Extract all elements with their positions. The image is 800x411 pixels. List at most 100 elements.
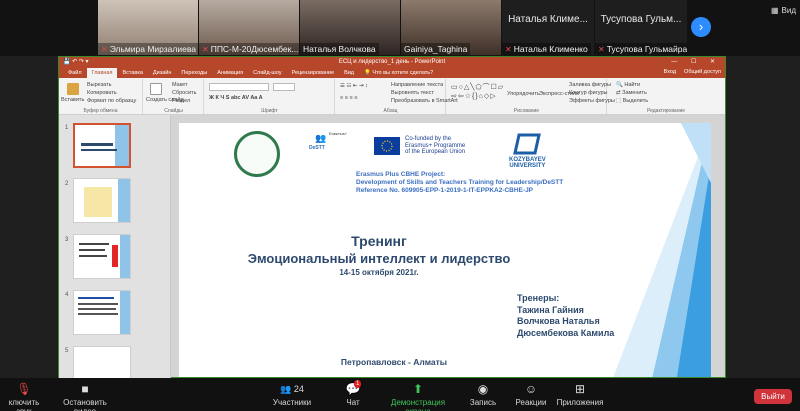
participant-name: ✕Тусупова Гульмайра ... xyxy=(595,43,687,55)
slide-thumbnails: 1 2 3 4 5 xyxy=(59,115,171,379)
reactions-button[interactable]: ☺ Реакции xyxy=(514,382,548,407)
login-link[interactable]: Вход xyxy=(664,67,676,78)
window-controls[interactable]: — ☐ ✕ xyxy=(671,57,721,67)
kozybayev-emblem-icon xyxy=(513,133,542,155)
slide-thumbnail[interactable] xyxy=(73,123,131,168)
shape-outline-button[interactable]: Контур фигуры xyxy=(569,90,607,96)
slide-thumbnail[interactable] xyxy=(73,346,131,379)
layout-button[interactable]: Макет xyxy=(172,82,188,88)
participants-icon: 👥 24 xyxy=(280,384,304,394)
ribbon-group-paragraph: ☰ ☷ ⇤ ⇥ ↕ Направление текста Выровнять т… xyxy=(336,79,458,114)
select-button[interactable]: ⬚ Выделить xyxy=(616,98,648,104)
paste-button[interactable]: Вставить xyxy=(61,97,84,103)
participants-button[interactable]: 👥 24 Участники xyxy=(270,382,314,407)
replace-button[interactable]: ⇄ Заменить xyxy=(616,90,647,96)
arrange-button[interactable]: Упорядочить xyxy=(507,91,540,97)
trainers-block: Тренеры: Тажина Гайния Волчкова Наталья … xyxy=(517,293,615,338)
mic-muted-icon: ✕ xyxy=(505,44,512,54)
format-painter-button[interactable]: Формат по образцу xyxy=(87,98,136,104)
cut-button[interactable]: Вырезать xyxy=(87,82,111,88)
share-screen-icon: ⬆ xyxy=(412,382,424,396)
apps-button[interactable]: ⊞ Приложения xyxy=(556,382,604,407)
participant-tile[interactable]: Наталья Волчкова xyxy=(300,0,400,55)
font-format-icons[interactable]: Ж К Ч S abc AV Aa A xyxy=(209,95,263,101)
participant-name: ✕ Наталья Клименко xyxy=(502,43,591,55)
ribbon-group-font: Ж К Ч S abc AV Aa A Шрифт xyxy=(205,79,335,114)
ribbon-group-editing: 🔍 Найти ⇄ Заменить ⬚ Выделить Редактиров… xyxy=(616,82,686,114)
tab-animation[interactable]: Анимация xyxy=(212,68,248,78)
ribbon-group-clipboard: Вставить Вырезать Копировать Формат по о… xyxy=(59,79,143,114)
grid-icon: ▦ xyxy=(770,6,779,15)
erasmus-small-logo: Erasmus+ xyxy=(329,131,348,136)
eu-flag-icon xyxy=(374,137,400,155)
chat-icon: 💬 1 xyxy=(345,380,362,396)
smiley-icon: ☺ xyxy=(524,382,538,396)
leave-meeting-button[interactable]: Выйти xyxy=(754,389,792,404)
find-button[interactable]: 🔍 Найти xyxy=(616,82,640,88)
align-icons[interactable]: ≡ ≡ ≡ ≡ xyxy=(340,95,357,101)
tab-file[interactable]: Файл xyxy=(63,68,87,78)
video-camera-icon: ■ xyxy=(81,382,89,396)
next-page-button[interactable]: › xyxy=(691,17,711,37)
font-size-input[interactable] xyxy=(273,83,295,91)
zoom-window: ✕ Эльмира Мирзалиева ✕ ППС-М-20Дюсембек...… xyxy=(0,0,800,411)
destt-logo-text: DeSTT xyxy=(309,145,325,151)
ppt-titlebar: 💾 ↶ ↷ ▾ ЕСЦ и лидерство_1 день - PowerPo… xyxy=(59,57,725,67)
slide-subtitle: Эмоциональный интеллект и лидерство xyxy=(247,251,511,266)
apps-icon: ⊞ xyxy=(574,382,586,396)
section-button[interactable]: Раздел xyxy=(172,98,190,104)
share-link[interactable]: Общий доступ xyxy=(684,67,721,78)
shared-screen: 💾 ↶ ↷ ▾ ЕСЦ и лидерство_1 день - PowerPo… xyxy=(58,56,726,379)
mic-muted-icon: ✕ xyxy=(101,44,108,54)
tab-insert[interactable]: Вставка xyxy=(117,68,147,78)
ribbon-group-drawing: ▭○△╲⬠⌒☐▱ ⇨⇦☆{}⌂◇▷ Упорядочить Экспресс-с… xyxy=(447,79,615,114)
slide-thumbnail[interactable] xyxy=(73,234,131,279)
reset-button[interactable]: Сбросить xyxy=(172,90,196,96)
participant-name: Наталья Волчкова xyxy=(300,43,379,55)
chat-button[interactable]: 💬 1 Чат xyxy=(338,380,368,407)
slide-dates: 14-15 октября 2021г. xyxy=(339,268,419,277)
participant-tile[interactable]: ✕ Эльмира Мирзалиева xyxy=(98,0,198,55)
tab-transitions[interactable]: Переходы xyxy=(176,68,212,78)
slide-thumbnail[interactable] xyxy=(73,290,131,335)
share-screen-button[interactable]: ⬆ Демонстрация экрана xyxy=(378,382,458,411)
chat-badge: 1 xyxy=(354,380,362,388)
font-name-input[interactable] xyxy=(209,83,269,91)
paste-icon[interactable] xyxy=(67,83,79,95)
university-seal-logo xyxy=(234,131,280,177)
project-info: Erasmus Plus CBHE Project: Development o… xyxy=(356,171,564,194)
list-icons[interactable]: ☰ ☷ ⇤ ⇥ ↕ xyxy=(340,83,368,89)
record-button[interactable]: ◉ Запись xyxy=(468,382,498,407)
participant-name: Gainiya_Taghina xyxy=(401,43,471,55)
new-slide-icon[interactable] xyxy=(150,83,162,95)
mic-muted-icon: ✕ xyxy=(598,44,605,54)
slide-city: Петропавловск - Алматы xyxy=(340,357,448,367)
shapes-gallery[interactable]: ▭○△╲⬠⌒☐▱ xyxy=(451,82,504,92)
current-slide[interactable]: Erasmus+ 👥 DeSTT Co-funded by the Erasmu… xyxy=(179,123,711,377)
eu-cofunded-text: Co-funded by the Erasmus+ Programme of t… xyxy=(405,136,466,155)
participant-name: ✕ Эльмира Мирзалиева xyxy=(98,43,198,55)
stop-video-button[interactable]: ■ Остановить видео xyxy=(52,382,118,411)
view-button[interactable]: ▦ Вид xyxy=(771,6,796,15)
tell-me-box[interactable]: 💡 Что вы хотите сделать? xyxy=(359,68,438,78)
ribbon-group-slides: Создать слайд Макет Сбросить Раздел Слай… xyxy=(144,79,204,114)
participant-tile[interactable]: Тусупова Гульм... ✕Тусупова Гульмайра ..… xyxy=(595,0,687,55)
shape-fill-button[interactable]: Заливка фигуры xyxy=(569,82,611,88)
participant-tile[interactable]: ✕ ППС-М-20Дюсембек... xyxy=(199,0,299,55)
align-text-button[interactable]: Выровнять текст xyxy=(391,90,434,96)
participant-strip: ✕ Эльмира Мирзалиева ✕ ППС-М-20Дюсембек...… xyxy=(0,0,800,56)
copy-button[interactable]: Копировать xyxy=(87,90,117,96)
tab-design[interactable]: Дизайн xyxy=(148,68,177,78)
participant-name: ✕ ППС-М-20Дюсембек... xyxy=(199,43,299,55)
tab-slideshow[interactable]: Слайд-шоу xyxy=(248,68,287,78)
tab-view[interactable]: Вид xyxy=(339,68,359,78)
participant-tile[interactable]: Gainiya_Taghina xyxy=(401,0,501,55)
tab-home[interactable]: Главная xyxy=(86,68,118,78)
text-direction-button[interactable]: Направление текста xyxy=(391,82,443,88)
participant-tile[interactable]: Наталья Климе... ✕ Наталья Клименко xyxy=(502,0,594,55)
unmute-button[interactable]: 🎙 ключить звук xyxy=(2,382,46,411)
slide-thumbnail[interactable] xyxy=(73,178,131,223)
ribbon: Вставить Вырезать Копировать Формат по о… xyxy=(59,78,725,115)
shapes-gallery-row2[interactable]: ⇨⇦☆{}⌂◇▷ xyxy=(451,92,497,100)
tab-review[interactable]: Рецензирование xyxy=(287,68,339,78)
